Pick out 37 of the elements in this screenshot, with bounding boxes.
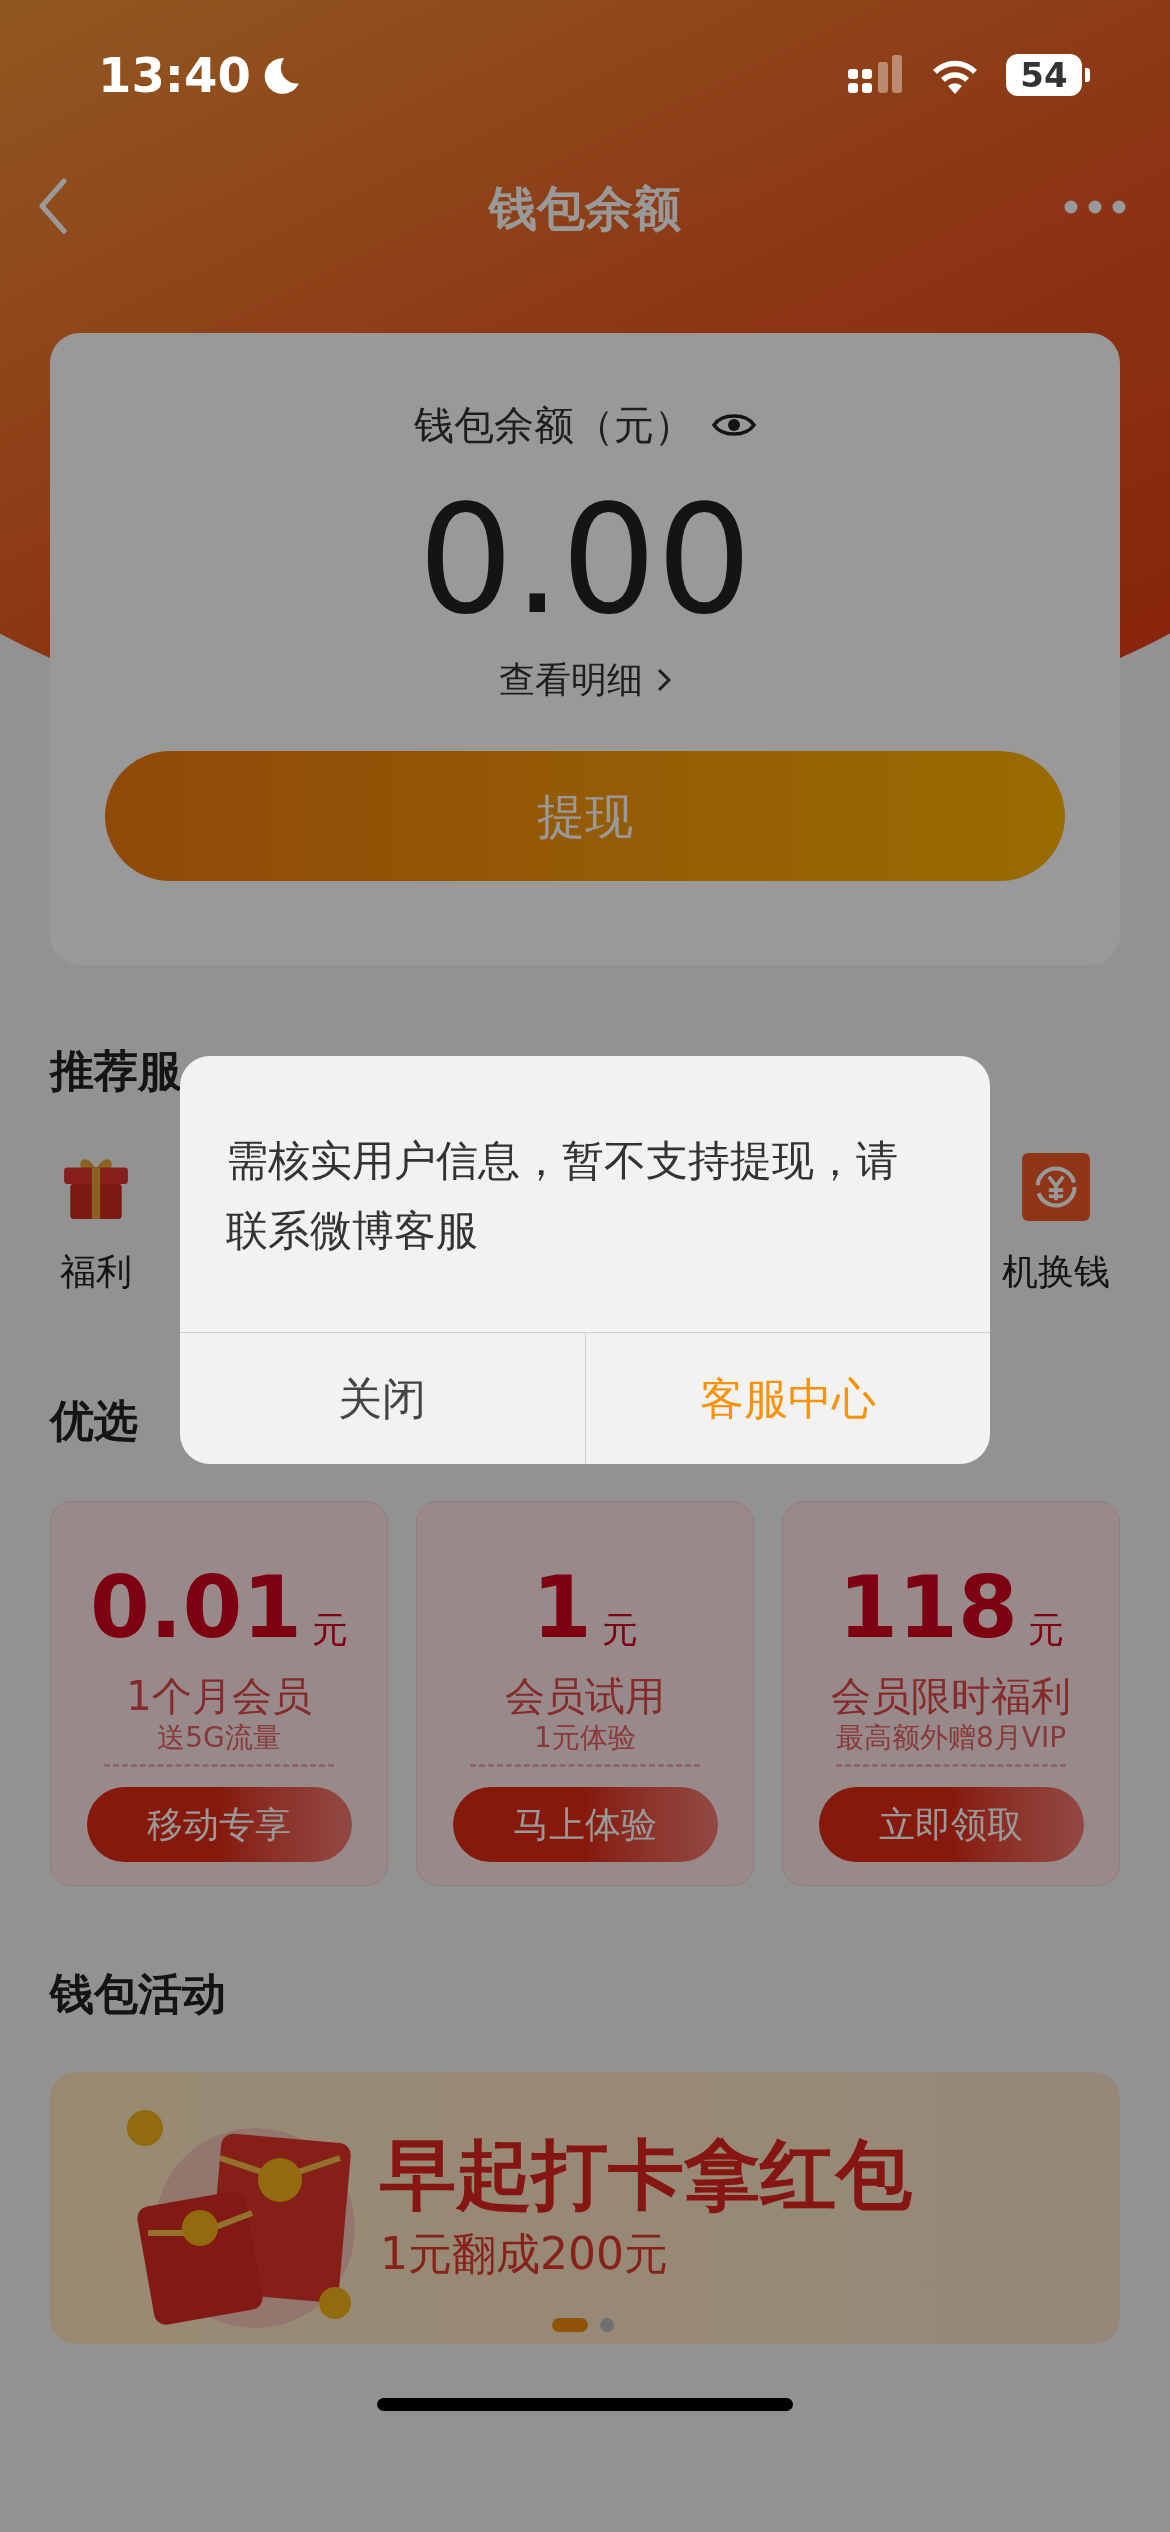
- coupon-unit: 元: [1027, 1612, 1064, 1648]
- chevron-right-icon: [657, 668, 671, 692]
- banner-title: 早起打卡拿红包: [380, 2129, 912, 2221]
- section-heading: 优选: [50, 1394, 138, 1448]
- section-heading: 钱包活动: [50, 1967, 226, 2021]
- service-item[interactable]: 机换钱: [1002, 1151, 1110, 1311]
- coupon-button[interactable]: 移动专享: [86, 1787, 352, 1862]
- coupon-amount: 118: [838, 1564, 1018, 1650]
- back-icon[interactable]: [38, 178, 68, 234]
- banner-subtitle: 1元翻成200元: [380, 2227, 669, 2281]
- page-title: 钱包余额: [489, 178, 681, 238]
- coupon-subtitle: 送5G流量: [157, 1720, 281, 1756]
- coupon-subtitle: 最高额外赠8月VIP: [835, 1720, 1067, 1756]
- coupon-button[interactable]: 立即领取: [818, 1787, 1084, 1862]
- yen-exchange-icon: [1020, 1151, 1092, 1223]
- dialog-message: 需核实用户信息，暂不支持提现，请联系微博客服: [225, 1135, 899, 1257]
- coupon-title: 会员限时福利: [831, 1672, 1071, 1720]
- signal-icon: [848, 55, 904, 95]
- coupon-button[interactable]: 马上体验: [452, 1787, 718, 1862]
- more-icon[interactable]: [1064, 200, 1126, 214]
- balance-amount: 0.00: [418, 485, 752, 635]
- withdraw-button[interactable]: 提现: [105, 751, 1065, 881]
- status-time: 13:40: [98, 46, 251, 105]
- activity-banner[interactable]: 早起打卡拿红包 1元翻成200元: [50, 2072, 1120, 2344]
- service-center-button[interactable]: 客服中心: [584, 1333, 990, 1464]
- coupon-subtitle: 1元体验: [534, 1720, 636, 1756]
- coupon-amount: 0.01: [89, 1564, 303, 1650]
- service-item[interactable]: 福利: [60, 1151, 132, 1311]
- coupon-unit: 元: [312, 1612, 349, 1648]
- coupon-unit: 元: [601, 1612, 638, 1648]
- coupon-title: 会员试用: [505, 1672, 665, 1720]
- section-heading: 推荐服: [50, 1044, 182, 1098]
- detail-link[interactable]: 查看明细: [499, 653, 671, 707]
- balance-label: 钱包余额（元）: [414, 401, 694, 450]
- coupon-title: 1个月会员: [126, 1672, 312, 1720]
- coupon-amount: 1: [532, 1564, 592, 1650]
- close-button[interactable]: 关闭: [180, 1333, 585, 1464]
